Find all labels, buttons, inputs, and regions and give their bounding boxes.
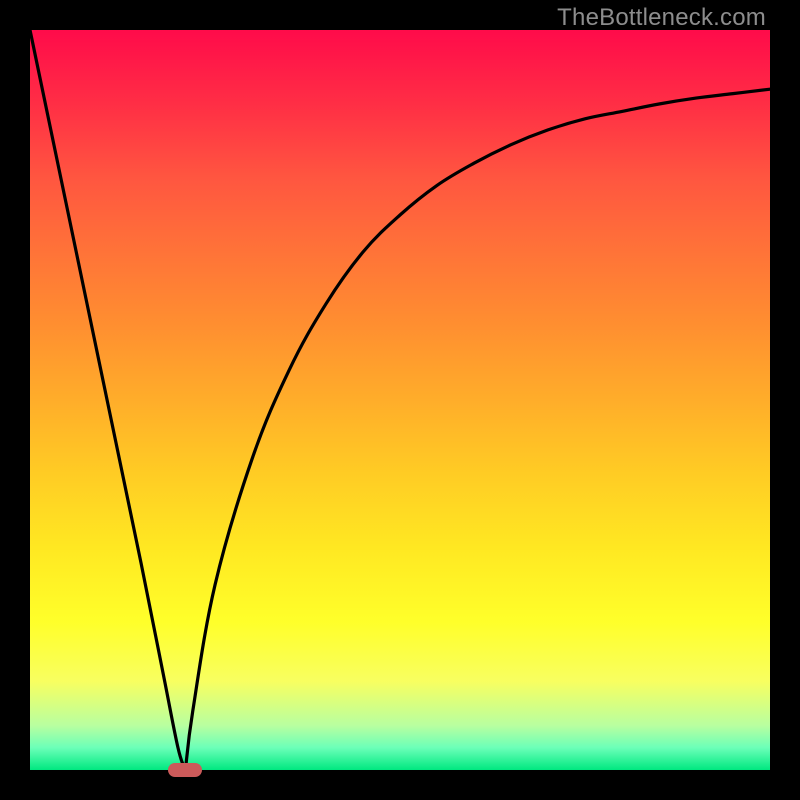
plot-area bbox=[30, 30, 770, 770]
curve-right-branch bbox=[185, 89, 770, 770]
chart-frame: TheBottleneck.com bbox=[0, 0, 800, 800]
minimum-marker bbox=[168, 763, 202, 777]
watermark-text: TheBottleneck.com bbox=[557, 4, 766, 32]
curve-left-branch bbox=[30, 30, 185, 770]
curve-svg bbox=[30, 30, 770, 770]
